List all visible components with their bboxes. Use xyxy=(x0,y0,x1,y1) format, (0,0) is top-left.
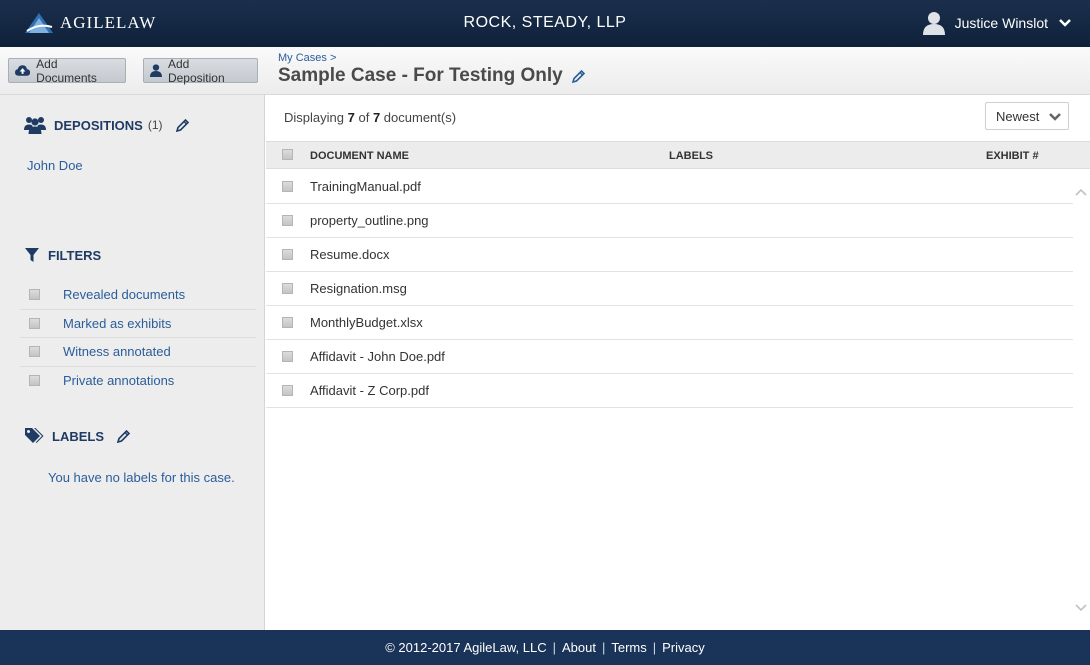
column-exhibit[interactable]: EXHIBIT # xyxy=(986,150,1039,162)
filter-marked-as-exhibits[interactable]: Marked as exhibits xyxy=(20,310,256,338)
filter-label: Revealed documents xyxy=(63,287,186,303)
table-row[interactable]: property_outline.png xyxy=(266,204,1073,238)
labels-heading: LABELS xyxy=(24,427,131,445)
total-count: 7 xyxy=(372,110,381,125)
top-bar: AGILELAW ROCK, STEADY, LLP Justice Winsl… xyxy=(0,0,1090,47)
sidebar: DEPOSITIONS (1) John Doe FILTERS Reveale… xyxy=(0,95,265,630)
document-name[interactable]: MonthlyBudget.xlsx xyxy=(310,315,423,330)
table-row[interactable]: Affidavit - Z Corp.pdf xyxy=(266,374,1073,408)
privacy-link[interactable]: Privacy xyxy=(662,640,705,655)
document-name[interactable]: TrainingManual.pdf xyxy=(310,179,421,194)
row-checkbox[interactable] xyxy=(282,351,293,362)
footer-separator: | xyxy=(552,640,556,655)
sub-header: Add Documents Add Deposition My Cases > … xyxy=(0,47,1090,95)
depositions-heading-label: DEPOSITIONS xyxy=(54,117,143,133)
agilelaw-logo[interactable]: AGILELAW xyxy=(24,10,156,36)
tags-icon xyxy=(24,427,44,445)
table-row[interactable]: Resignation.msg xyxy=(266,272,1073,306)
user-avatar-icon xyxy=(922,12,945,35)
filter-checkbox[interactable] xyxy=(29,317,40,329)
filter-revealed-documents[interactable]: Revealed documents xyxy=(20,281,256,310)
deposition-item-john-doe[interactable]: John Doe xyxy=(27,158,83,173)
displaying-suffix: document(s) xyxy=(383,110,457,125)
document-name[interactable]: Affidavit - Z Corp.pdf xyxy=(310,383,429,398)
document-name[interactable]: Affidavit - John Doe.pdf xyxy=(310,349,445,364)
displaying-prefix: Displaying xyxy=(284,110,344,125)
user-menu[interactable]: Justice Winslot xyxy=(922,11,1072,35)
agilelaw-logo-icon xyxy=(25,13,53,33)
filter-checkbox[interactable] xyxy=(29,375,40,387)
pencil-icon[interactable] xyxy=(116,429,131,444)
case-title-text: Sample Case - For Testing Only xyxy=(278,65,563,86)
row-checkbox[interactable] xyxy=(282,181,293,192)
table-row[interactable]: Resume.docx xyxy=(266,238,1073,272)
column-labels[interactable]: LABELS xyxy=(669,150,713,162)
breadcrumb-my-cases[interactable]: My Cases > xyxy=(278,52,336,64)
pencil-icon[interactable] xyxy=(571,69,586,84)
add-deposition-label: Add Deposition xyxy=(167,56,225,85)
row-checkbox[interactable] xyxy=(282,215,293,226)
add-documents-label: Add Documents xyxy=(36,56,97,85)
users-icon xyxy=(24,116,46,134)
column-document-name[interactable]: DOCUMENT NAME xyxy=(310,150,409,162)
filter-witness-annotated[interactable]: Witness annotated xyxy=(20,338,256,367)
document-table-body: TrainingManual.pdf property_outline.png … xyxy=(266,170,1073,408)
depositions-heading: DEPOSITIONS (1) xyxy=(24,116,190,134)
filters-heading-label: FILTERS xyxy=(48,247,102,263)
table-row[interactable]: MonthlyBudget.xlsx xyxy=(266,306,1073,340)
table-row[interactable]: TrainingManual.pdf xyxy=(266,170,1073,204)
sort-selected-value: Newest xyxy=(996,108,1040,124)
scroll-up-arrow-icon[interactable] xyxy=(1075,187,1087,197)
sort-dropdown[interactable]: Newest xyxy=(985,102,1069,130)
cloud-upload-icon xyxy=(15,65,31,76)
row-checkbox[interactable] xyxy=(282,317,293,328)
footer-separator: | xyxy=(652,640,657,655)
shown-count: 7 xyxy=(347,110,355,125)
add-deposition-button[interactable]: Add Deposition xyxy=(143,56,258,85)
document-list-panel: Displaying 7 of 7 document(s) Newest DOC… xyxy=(266,95,1090,630)
displaying-count: Displaying 7 of 7 document(s) xyxy=(284,110,456,125)
filter-checkbox[interactable] xyxy=(29,346,40,358)
copyright-text: © 2012-2017 AgileLaw, LLC xyxy=(385,640,547,655)
table-row[interactable]: Affidavit - John Doe.pdf xyxy=(266,340,1073,374)
about-link[interactable]: About xyxy=(562,640,596,655)
table-header: DOCUMENT NAME LABELS EXHIBIT # xyxy=(266,141,1090,169)
add-documents-button[interactable]: Add Documents xyxy=(8,56,126,85)
footer-separator: | xyxy=(601,640,606,655)
depositions-count: (1) xyxy=(147,118,163,132)
filter-checkbox[interactable] xyxy=(29,289,40,301)
filter-label: Private annotations xyxy=(63,373,175,389)
no-labels-message: You have no labels for this case. xyxy=(48,470,235,485)
of-text: of xyxy=(358,110,370,125)
document-name[interactable]: Resume.docx xyxy=(310,247,389,262)
filter-icon xyxy=(24,247,40,263)
footer: © 2012-2017 AgileLaw, LLC | About | Term… xyxy=(0,630,1090,665)
chevron-down-icon xyxy=(1049,113,1061,121)
labels-heading-label: LABELS xyxy=(52,428,104,444)
filter-label: Witness annotated xyxy=(63,344,171,360)
filters-heading: FILTERS xyxy=(24,247,101,263)
document-name[interactable]: Resignation.msg xyxy=(310,281,407,296)
select-all-checkbox[interactable] xyxy=(282,149,293,160)
filter-list: Revealed documents Marked as exhibits Wi… xyxy=(20,281,256,395)
user-name: Justice Winslot xyxy=(954,15,1048,31)
filter-label: Marked as exhibits xyxy=(63,315,172,331)
page-title: Sample Case - For Testing Only xyxy=(278,65,586,87)
filter-private-annotations[interactable]: Private annotations xyxy=(20,367,256,396)
chevron-down-icon xyxy=(1059,19,1071,27)
scroll-down-arrow-icon[interactable] xyxy=(1075,603,1087,613)
row-checkbox[interactable] xyxy=(282,283,293,294)
row-checkbox[interactable] xyxy=(282,249,293,260)
terms-link[interactable]: Terms xyxy=(611,640,646,655)
person-icon xyxy=(150,64,162,77)
document-name[interactable]: property_outline.png xyxy=(310,213,429,228)
logo-text: AGILELAW xyxy=(60,13,157,32)
pencil-icon[interactable] xyxy=(175,118,190,133)
row-checkbox[interactable] xyxy=(282,385,293,396)
